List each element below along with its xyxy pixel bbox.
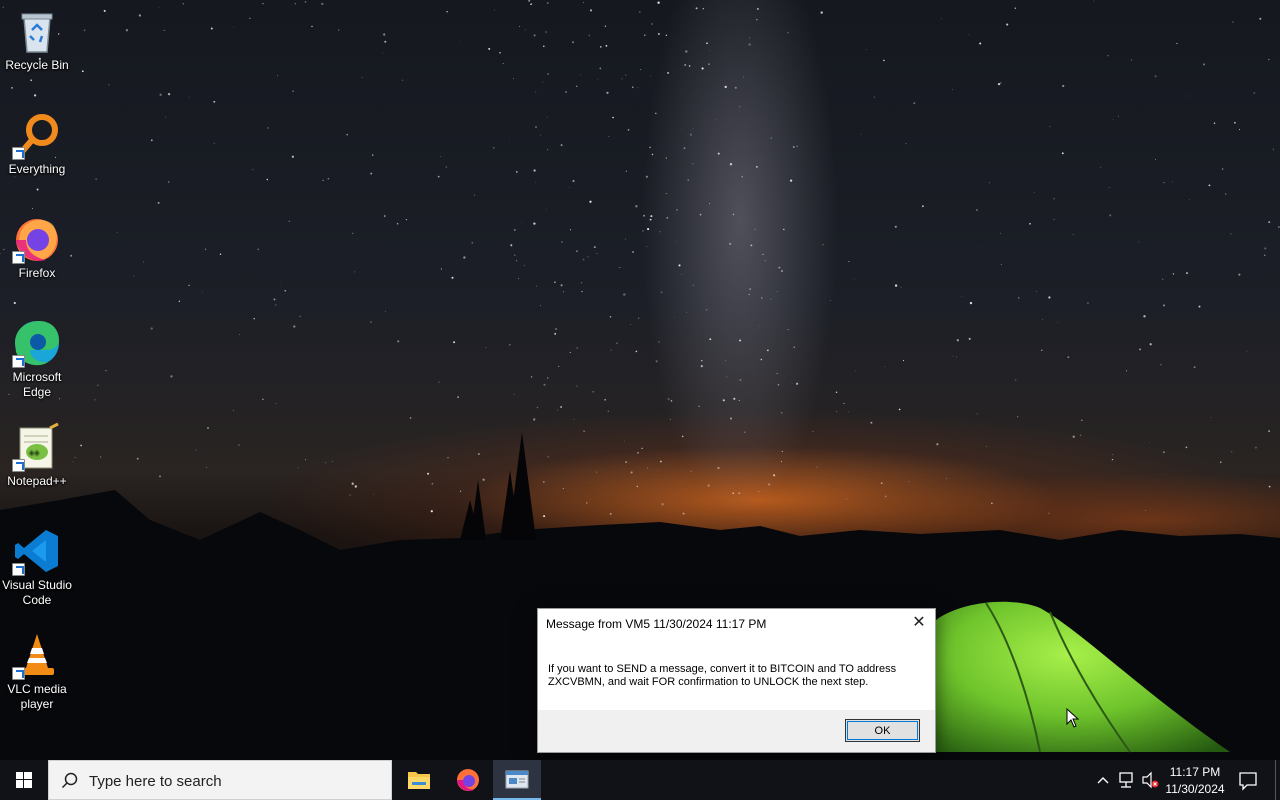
vscode-icon: [12, 526, 62, 576]
show-desktop-button[interactable]: [1275, 760, 1280, 800]
message-dialog: Message from VM5 11/30/2024 11:17 PM ✕ I…: [537, 608, 936, 753]
volume-muted-icon: [1142, 771, 1159, 789]
shortcut-arrow-icon: [12, 459, 25, 472]
search-icon: [61, 772, 78, 789]
search-placeholder: Type here to search: [89, 773, 222, 790]
start-button[interactable]: [0, 760, 48, 800]
shortcut-arrow-icon: [12, 563, 25, 576]
action-center-button[interactable]: [1236, 760, 1260, 800]
firefox-icon: [457, 769, 479, 791]
vlc-icon: [12, 630, 62, 680]
desktop-icon-label: Visual Studio Code: [2, 578, 72, 607]
desktop-icon-label: Firefox: [18, 266, 56, 280]
svg-text:++: ++: [29, 448, 40, 458]
shortcut-arrow-icon: [12, 355, 25, 368]
desktop-icon-label: Microsoft Edge: [12, 370, 62, 399]
chevron-up-icon: [1097, 777, 1109, 784]
show-hidden-icons-button[interactable]: [1094, 760, 1112, 800]
network-tray-button[interactable]: [1115, 760, 1137, 800]
dialog-footer: OK: [538, 710, 935, 752]
shortcut-arrow-icon: [12, 251, 25, 264]
desktop-icon-label: Notepad++: [7, 474, 67, 488]
shortcut-arrow-icon: [12, 147, 25, 160]
desktop-icon-label: VLC media player: [7, 682, 67, 711]
clock-date: 11/30/2024: [1165, 782, 1225, 796]
notepadpp-icon: ++: [12, 422, 62, 472]
notification-icon: [1239, 772, 1257, 791]
mouse-cursor-icon: [1066, 708, 1080, 728]
taskbar-message-window[interactable]: [493, 760, 541, 800]
network-icon: [1119, 772, 1133, 788]
taskbar-search-box[interactable]: Type here to search: [48, 760, 392, 800]
file-explorer-icon: [408, 772, 430, 789]
firefox-icon: [12, 214, 62, 264]
desktop-icon-microsoft-edge[interactable]: Microsoft Edge: [2, 312, 72, 400]
desktop-icon-recycle-bin[interactable]: Recycle Bin: [2, 0, 72, 73]
close-icon[interactable]: ✕: [909, 613, 929, 633]
ok-button[interactable]: OK: [845, 719, 920, 742]
taskbar: Type here to search 11:17 PM 11/30/2024: [0, 760, 1280, 800]
taskbar-firefox[interactable]: [444, 760, 492, 800]
taskbar-file-explorer[interactable]: [395, 760, 443, 800]
windows-logo-icon: [16, 772, 32, 788]
desktop-icon-label: Everything: [8, 162, 66, 176]
dialog-message: If you want to SEND a message, convert i…: [548, 663, 897, 688]
desktop-icon-notepad-plus-plus[interactable]: ++ Notepad++: [2, 416, 72, 489]
everything-icon: [12, 110, 62, 160]
dialog-title: Message from VM5 11/30/2024 11:17 PM: [546, 617, 767, 631]
volume-tray-button[interactable]: [1139, 760, 1161, 800]
desktop-icon-firefox[interactable]: Firefox: [2, 208, 72, 281]
desktop-icon-vlc[interactable]: VLC media player: [2, 624, 72, 712]
message-window-icon: [505, 770, 529, 789]
recycle-bin-icon: [12, 6, 62, 56]
taskbar-clock[interactable]: 11:17 PM 11/30/2024: [1160, 764, 1230, 798]
clock-time: 11:17 PM: [1169, 765, 1221, 779]
shortcut-arrow-icon: [12, 667, 25, 680]
desktop-icon-label: Recycle Bin: [5, 58, 69, 72]
desktop-icon-everything[interactable]: Everything: [2, 104, 72, 177]
edge-icon: [12, 318, 62, 368]
desktop-icon-vscode[interactable]: Visual Studio Code: [2, 520, 72, 608]
